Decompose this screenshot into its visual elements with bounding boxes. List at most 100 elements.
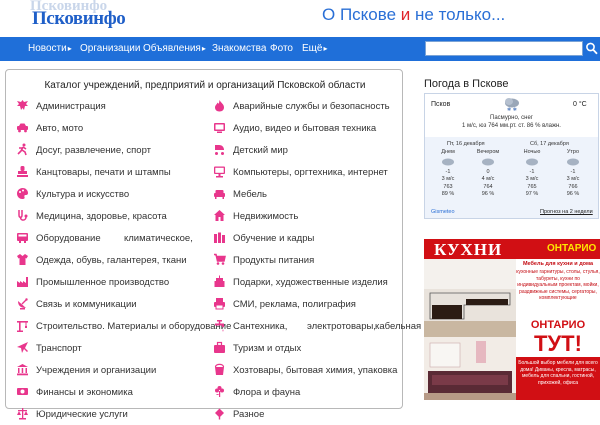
catalog-item-label: Авто, мото bbox=[36, 123, 84, 134]
catalog-item-label: Обучение и кадры bbox=[233, 233, 315, 244]
ad-kitchens-title: КУХНИ bbox=[434, 240, 503, 259]
weather-col-pressure: 765 bbox=[527, 183, 537, 190]
misc-icon bbox=[215, 408, 224, 420]
catalog-item-label: Сантехника, bbox=[233, 321, 288, 332]
equipment-icon bbox=[17, 233, 28, 243]
weather-col-evening: Вечером 0 4 м/с 764 96 % bbox=[469, 149, 507, 199]
catalog-item-label: Промышленное производство bbox=[36, 277, 170, 288]
weather-desc: Пасмурно, снег bbox=[490, 115, 533, 121]
satellite-icon bbox=[18, 298, 28, 310]
ad-brand-2: ОНТАРИО bbox=[530, 319, 586, 331]
tv-icon bbox=[214, 123, 225, 133]
snow-cloud-icon bbox=[567, 158, 579, 165]
ad-banner[interactable]: КУХНИ ОНТАРИО Мебель для кухни и дома ку… bbox=[424, 239, 600, 400]
medical-icon bbox=[18, 210, 28, 221]
ad-bottom-text: Большой выбор мебели для всего дома! Див… bbox=[518, 360, 598, 386]
weather-col-night: Ночью -1 3 м/с 765 97 % bbox=[513, 149, 551, 199]
stroller-icon bbox=[215, 145, 224, 155]
catalog-item-label: Транспорт bbox=[36, 343, 82, 354]
nav-item-label: Знакомства bbox=[212, 43, 267, 54]
weather-col-humidity: 96 % bbox=[481, 191, 495, 197]
crane-icon bbox=[17, 321, 28, 332]
ad-kitchen-photo bbox=[424, 259, 516, 337]
catalog-item-label: Канцтовары, печати и штампы bbox=[36, 167, 171, 178]
law-icon bbox=[17, 408, 28, 420]
search-input[interactable] bbox=[425, 41, 583, 56]
ad-brand: ОНТАРИО bbox=[547, 243, 597, 254]
catalog-item-label: Разное bbox=[233, 409, 265, 420]
nav-item-label: Ещё bbox=[302, 43, 323, 54]
catalog-item-label: Связь и коммуникации bbox=[36, 299, 137, 310]
nav-item-organizations[interactable]: Организации bbox=[80, 43, 140, 54]
weather-col-wind: 4 м/с bbox=[481, 176, 495, 182]
catalog-title: Каталог учреждений, предприятий и органи… bbox=[44, 80, 366, 91]
ad-tut: ТУТ! bbox=[534, 331, 582, 356]
catalog-item-label: Учреждения и организации bbox=[36, 365, 157, 376]
factory-icon bbox=[17, 277, 28, 287]
catalog-item-label: Администрация bbox=[36, 101, 106, 112]
search-icon bbox=[586, 42, 598, 55]
catalog-item-label: Туризм и отдых bbox=[233, 343, 302, 354]
nav-item-news[interactable]: Новости▸ bbox=[28, 43, 72, 54]
site-logo[interactable]: Псковинфо bbox=[32, 8, 126, 30]
catalog-item-label: Медицина, здоровье, красота bbox=[36, 211, 167, 222]
catalog-item-label: Финансы и экономика bbox=[36, 387, 133, 398]
ad-header: КУХНИ ОНТАРИО bbox=[424, 239, 600, 259]
weather-col-pressure: 764 bbox=[483, 183, 493, 190]
snow-cloud-icon bbox=[526, 158, 538, 165]
printer-icon bbox=[214, 298, 225, 310]
weather-col-temp: 0 bbox=[486, 168, 490, 175]
cake-icon bbox=[214, 275, 225, 287]
stamp-icon bbox=[17, 166, 28, 177]
weather-col-name: Вечером bbox=[476, 149, 500, 155]
faucet-icon bbox=[215, 320, 224, 332]
weather-col-wind: 3 м/с bbox=[566, 176, 580, 182]
computer-icon bbox=[214, 166, 225, 178]
plane-icon bbox=[17, 342, 28, 353]
eagle-icon bbox=[17, 100, 28, 110]
nav-item-ads[interactable]: Объявления▸ bbox=[143, 43, 206, 54]
gismeteo-logo[interactable]: Gismeteo bbox=[431, 209, 455, 215]
suitcase-icon bbox=[214, 341, 225, 353]
nav-item-label: Организации bbox=[80, 43, 141, 54]
catalog-item-label: Мебель bbox=[233, 189, 267, 200]
tagline-part-c: не только... bbox=[410, 5, 506, 24]
search-button[interactable] bbox=[585, 41, 599, 56]
header: Псковинфо Псковинфо О Пскове и не только… bbox=[0, 0, 600, 37]
books-icon bbox=[214, 232, 225, 243]
catalog-item-label: Аудио, видео и бытовая техника bbox=[233, 123, 377, 134]
weather-col-humidity: 97 % bbox=[525, 191, 539, 197]
ad-product-list: кухонные гарнитуры, столы, стулья, табур… bbox=[516, 269, 600, 301]
weather-col-temp: -1 bbox=[570, 168, 576, 175]
nav-item-more[interactable]: Ещё▸ bbox=[302, 43, 327, 54]
weather-current: Псков ✱ ✱ 0 °C Пасмурно, снег 1 м/с, юз … bbox=[425, 94, 598, 137]
nav-item-photo[interactable]: Фото bbox=[270, 43, 293, 54]
catalog-item-label: Строительство. Материалы и оборудование bbox=[36, 321, 232, 332]
forecast-link[interactable]: Прогноз на 2 недели bbox=[540, 209, 593, 215]
nav-item-label: Фото bbox=[270, 43, 293, 54]
weather-footer: Gismeteo Прогноз на 2 недели bbox=[425, 207, 598, 219]
catalog-item-label-cont: кабельная bbox=[375, 321, 422, 332]
weather-day-2: Сб, 17 декабря bbox=[530, 141, 569, 147]
flower-icon bbox=[215, 386, 224, 397]
catalog-item-label: СМИ, реклама, полиграфия bbox=[233, 299, 356, 310]
catalog-item-label: Компьютеры, оргтехника, интернет bbox=[233, 167, 388, 178]
catalog-item-label: Юридические услуги bbox=[36, 409, 128, 420]
weather-col-humidity: 96 % bbox=[566, 191, 580, 197]
palette-icon bbox=[17, 188, 28, 199]
catalog-item-label-cont: климатическое, bbox=[124, 233, 193, 244]
weather-day-1: Пт, 16 декабря bbox=[447, 141, 485, 147]
car-icon bbox=[17, 123, 28, 133]
site-tagline: О Пскове и не только... bbox=[322, 5, 505, 25]
chevron-right-icon: ▸ bbox=[67, 44, 72, 53]
svg-text:✱ ✱: ✱ ✱ bbox=[507, 107, 518, 112]
ad-sofa-photo bbox=[424, 337, 516, 400]
weather-col-temp: -1 bbox=[445, 168, 451, 175]
weather-col-humidity: 89 % bbox=[441, 191, 455, 197]
nav-item-dating[interactable]: Знакомства bbox=[212, 43, 266, 54]
weather-city: Псков bbox=[431, 101, 451, 108]
catalog-item-label: Продукты питания bbox=[233, 255, 315, 266]
sofa-icon bbox=[214, 190, 225, 199]
ad-bottom-block: Большой выбор мебели для всего дома! Див… bbox=[516, 357, 600, 400]
weather-col-wind: 3 м/с bbox=[525, 176, 539, 182]
